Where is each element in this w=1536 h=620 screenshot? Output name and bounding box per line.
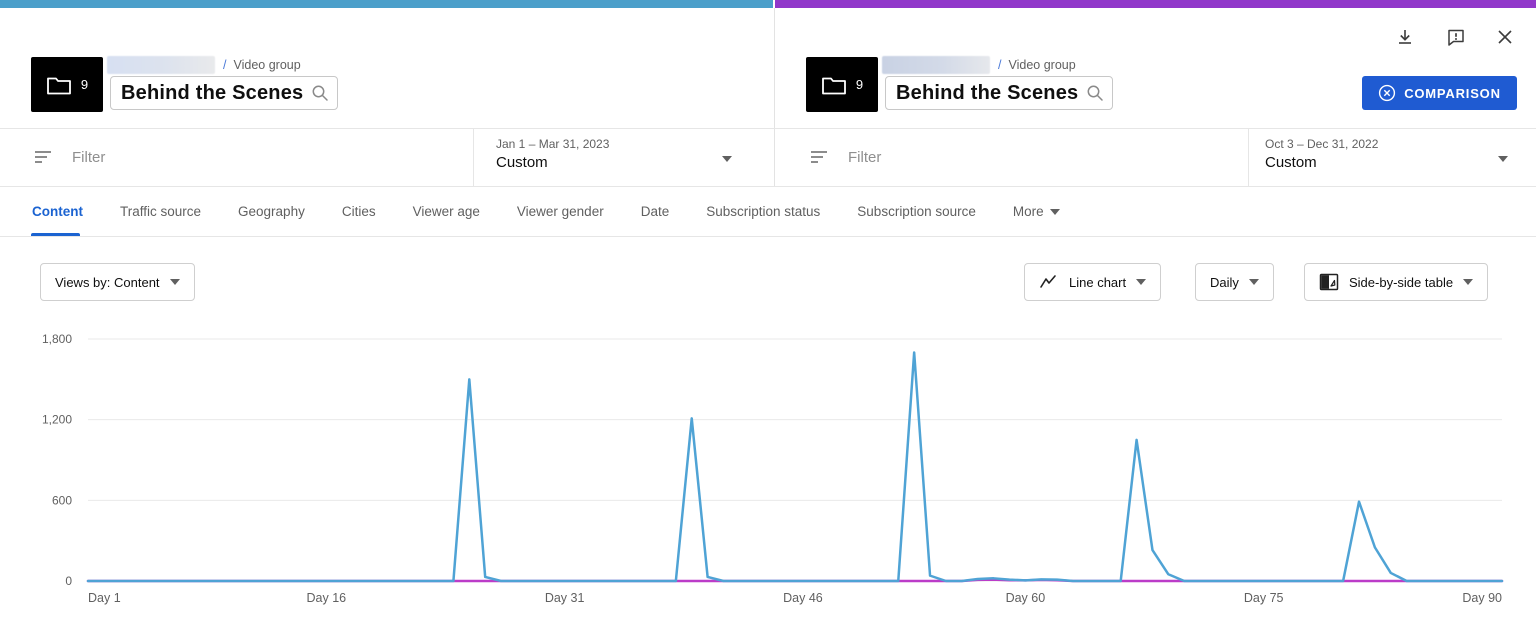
x-axis-tick-label: Day 60: [1006, 591, 1046, 605]
y-axis-tick-label: 1,200: [42, 413, 72, 427]
search-icon[interactable]: [311, 84, 329, 102]
group-title-search-box[interactable]: Behind the Scenes: [110, 76, 339, 110]
date-range-selector[interactable]: Oct 3 – Dec 31, 2022 Custom: [1265, 137, 1378, 171]
panel-divider: [774, 8, 775, 186]
date-range-text: Jan 1 – Mar 31, 2023: [496, 137, 610, 151]
search-icon[interactable]: [1086, 84, 1104, 102]
series-line: [86, 351, 1504, 583]
date-preset: Custom: [1265, 154, 1317, 171]
right-panel-accent-bar: [775, 0, 1536, 8]
chevron-down-icon: [169, 279, 180, 285]
tab-viewer-gender[interactable]: Viewer gender: [517, 204, 604, 219]
views-by-label: Views by: Content: [55, 274, 160, 290]
breadcrumb-label: Video group: [1008, 58, 1076, 72]
x-axis-tick-label: Day 46: [783, 591, 823, 605]
filter-icon: [811, 151, 827, 163]
folder-icon: [821, 77, 846, 94]
analytics-comparison-window: 9 / Video group Behind the Scenes 9 / Vi…: [0, 0, 1536, 620]
tab-geography[interactable]: Geography: [238, 204, 305, 219]
filter-icon: [35, 151, 51, 163]
group-title: Behind the Scenes: [121, 81, 304, 104]
chart-type-label: Line chart: [1069, 274, 1127, 290]
chevron-down-icon: [1049, 208, 1060, 215]
chevron-down-icon: [1463, 279, 1474, 285]
breadcrumb: / Video group: [107, 56, 301, 74]
chevron-down-icon[interactable]: [722, 156, 732, 162]
tab-subscription-status[interactable]: Subscription status: [706, 204, 820, 219]
x-axis-tick-label: Day 31: [545, 591, 585, 605]
x-axis-tick-label: Day 1: [88, 591, 121, 605]
y-axis-tick-label: 600: [52, 493, 72, 507]
video-count: 9: [80, 77, 89, 92]
comparison-button-label: COMPARISON: [1404, 85, 1501, 101]
y-axis-tick-label: 0: [65, 574, 72, 588]
table-mode-label: Side-by-side table: [1349, 274, 1454, 290]
folder-icon: [46, 77, 71, 94]
table-mode-dropdown[interactable]: Side-by-side table: [1304, 263, 1489, 301]
tab-viewer-age[interactable]: Viewer age: [413, 204, 480, 219]
tab-traffic-source[interactable]: Traffic source: [120, 204, 201, 219]
side-by-side-table-icon: [1319, 273, 1339, 291]
x-axis-tick-label: Day 16: [307, 591, 347, 605]
granularity-dropdown[interactable]: Daily: [1195, 263, 1274, 301]
series-line: [86, 578, 1504, 583]
chevron-down-icon: [1136, 279, 1147, 285]
date-range-selector[interactable]: Jan 1 – Mar 31, 2023 Custom: [496, 137, 609, 171]
breadcrumb-separator: /: [223, 58, 227, 72]
chart-type-dropdown[interactable]: Line chart: [1024, 263, 1162, 301]
filter-input[interactable]: Filter: [72, 149, 105, 166]
line-chart-icon: [1040, 275, 1056, 288]
dimension-tabs: Content Traffic source Geography Cities …: [32, 187, 1060, 236]
tab-more[interactable]: More: [1013, 204, 1060, 219]
group-title: Behind the Scenes: [896, 81, 1079, 104]
granularity-label: Daily: [1210, 274, 1239, 290]
divider: [0, 236, 1536, 237]
filter-input[interactable]: Filter: [848, 149, 881, 166]
redacted-channel-name: [107, 56, 215, 74]
tab-cities[interactable]: Cities: [342, 204, 376, 219]
date-range-text: Oct 3 – Dec 31, 2022: [1265, 137, 1379, 151]
remove-comparison-icon: [1379, 84, 1396, 102]
group-title-search-box[interactable]: Behind the Scenes: [885, 76, 1114, 110]
divider: [0, 128, 1536, 129]
close-icon[interactable]: [1495, 27, 1515, 47]
left-panel-accent-bar: [0, 0, 773, 8]
feedback-icon[interactable]: [1446, 27, 1466, 47]
tab-content[interactable]: Content: [32, 204, 83, 219]
breadcrumb: / Video group: [882, 56, 1076, 74]
divider: [473, 129, 474, 186]
views-by-dropdown[interactable]: Views by: Content: [40, 263, 195, 301]
tab-more-label: More: [1012, 204, 1044, 219]
comparison-button[interactable]: COMPARISON: [1362, 76, 1517, 110]
breadcrumb-label: Video group: [233, 58, 301, 72]
x-axis-tick-label: Day 90: [1462, 591, 1502, 605]
video-group-thumbnail[interactable]: 9: [806, 57, 878, 112]
chevron-down-icon[interactable]: [1498, 156, 1508, 162]
divider: [1248, 129, 1249, 186]
y-axis-tick-label: 1,800: [42, 332, 72, 346]
x-axis-tick-label: Day 75: [1244, 591, 1284, 605]
video-count: 9: [855, 77, 864, 92]
tab-subscription-source[interactable]: Subscription source: [857, 204, 976, 219]
redacted-channel-name: [882, 56, 990, 74]
chevron-down-icon: [1248, 279, 1259, 285]
download-icon[interactable]: [1395, 27, 1415, 47]
date-preset: Custom: [496, 154, 548, 171]
tab-date[interactable]: Date: [641, 204, 670, 219]
breadcrumb-separator: /: [998, 58, 1002, 72]
video-group-thumbnail[interactable]: 9: [31, 57, 103, 112]
